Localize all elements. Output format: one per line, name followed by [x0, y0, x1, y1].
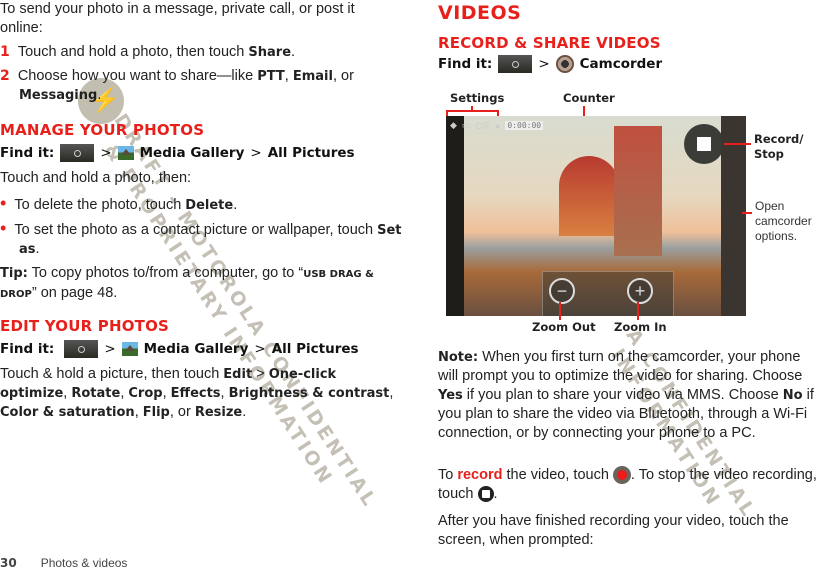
videos-find-it: Find it: > Camcorder — [438, 55, 663, 73]
zoom-out-button[interactable]: − — [549, 278, 575, 304]
record-instructions: To record the video, touch . To stop the… — [438, 466, 817, 503]
bullet-icon: • — [0, 193, 7, 213]
manage-bullet: • To delete the photo, touch Delete. — [0, 193, 238, 214]
manage-intro: Touch and hold a photo, then: — [0, 170, 192, 186]
callout-line — [742, 212, 752, 214]
status-bar: ◆ ▭ CIF ● 0:00:00 — [450, 120, 544, 131]
resolution-label: CIF — [475, 120, 490, 131]
media-gallery-icon — [121, 342, 138, 356]
edit-instructions: Touch & hold a picture, then touch Edit … — [0, 366, 394, 420]
zoom-control: − + — [542, 271, 674, 316]
videos-title: Videos — [438, 2, 522, 24]
stop-button-icon — [477, 486, 494, 503]
callout-line — [559, 302, 561, 320]
settings-icon[interactable]: ◆ — [450, 120, 457, 131]
edit-photos-heading: Edit your photos — [0, 317, 170, 335]
intro-text: To send your photo in a message, private… — [0, 1, 355, 36]
edit-find-it: Find it: > Media Gallery > All Pictures — [0, 340, 359, 358]
callout-open-options: Open camcorder options. — [755, 199, 812, 243]
manage-bullet: • To set the photo as a contact picture … — [0, 218, 402, 258]
manage-find-it: Find it: > Media Gallery > All Pictures — [0, 144, 355, 162]
step-1: 1 Touch and hold a photo, then touch Sha… — [0, 44, 296, 60]
callout-zoom-out: Zoom Out — [532, 320, 596, 334]
record-button-icon — [612, 466, 631, 485]
video-format-icon: ▭ — [461, 120, 471, 130]
counter-readout: 0:00:00 — [505, 121, 544, 130]
record-share-heading: Record & share videos — [438, 34, 661, 52]
zoom-in-button[interactable]: + — [627, 278, 653, 304]
camcorder-icon — [555, 55, 574, 73]
camcorder-viewfinder[interactable]: ◆ ▭ CIF ● 0:00:00 − + — [446, 116, 746, 316]
callout-counter: Counter — [563, 91, 615, 105]
callout-settings: Settings — [450, 91, 505, 105]
watermark-line2: & PROPRIETARY INFORMATION — [99, 140, 338, 490]
step-2: 2 Choose how you want to share—like PTT,… — [0, 68, 354, 103]
media-gallery-icon — [117, 146, 134, 160]
note-label: Note: — [438, 350, 479, 365]
tip: Tip: To copy photos to/from a computer, … — [0, 265, 374, 301]
callout-record-stop: Record/ Stop — [754, 132, 804, 161]
callout-line — [637, 302, 639, 320]
recording-dot-icon: ● — [494, 120, 501, 131]
manage-photos-heading: Manage your photos — [0, 121, 205, 139]
launcher-icon — [60, 144, 95, 162]
scene-tower — [614, 126, 662, 256]
callout-line — [724, 143, 751, 145]
step-number: 2 — [0, 68, 10, 84]
step-number: 1 — [0, 44, 10, 60]
record-keyword: record — [457, 467, 503, 483]
launcher-icon — [64, 340, 99, 358]
launcher-icon — [498, 55, 533, 73]
scene-dome — [559, 156, 619, 236]
callout-line — [471, 106, 473, 111]
callout-zoom-in: Zoom In — [614, 320, 667, 334]
bullet-icon: • — [0, 218, 7, 238]
tip-label: Tip: — [0, 266, 28, 281]
record-stop-button[interactable] — [684, 124, 724, 164]
camcorder-options-drawer[interactable] — [721, 116, 746, 316]
after-recording-text: After you have finished recording your v… — [438, 513, 789, 548]
note-paragraph: Note: When you first turn on the camcord… — [438, 349, 814, 441]
